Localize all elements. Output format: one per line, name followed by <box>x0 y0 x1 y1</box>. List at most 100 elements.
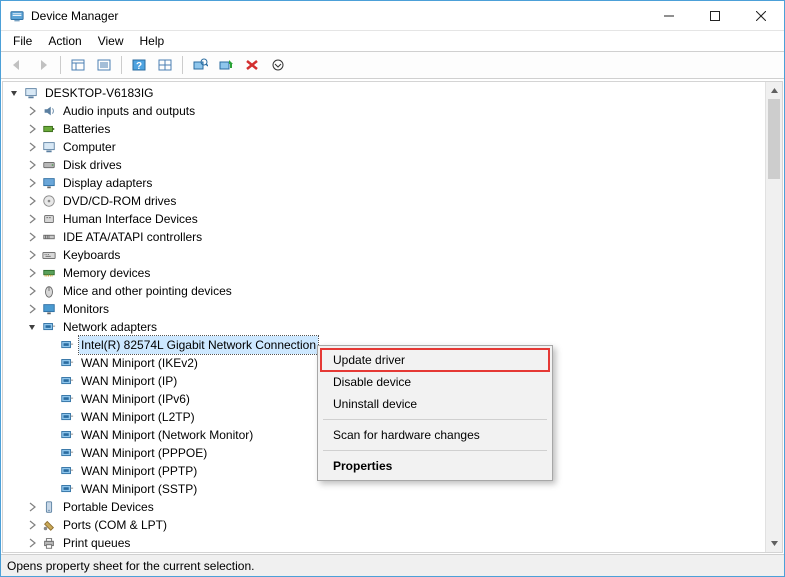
uninstall-button[interactable] <box>240 54 264 76</box>
view-menu-button[interactable] <box>266 54 290 76</box>
toolbar: ? <box>1 51 784 79</box>
tree-device-label: WAN Miniport (PPTP) <box>79 462 199 480</box>
ctx-properties[interactable]: Properties <box>321 455 549 477</box>
menu-help[interactable]: Help <box>134 32 171 50</box>
network-icon <box>41 319 57 335</box>
tree-category-label: DVD/CD-ROM drives <box>61 192 178 210</box>
ctx-separator <box>323 450 547 451</box>
tree-category[interactable]: Ports (COM & LPT) <box>21 516 782 534</box>
tree-category[interactable]: DVD/CD-ROM drives <box>21 192 782 210</box>
network-adapter-icon <box>59 445 75 461</box>
tree-device[interactable]: WAN Miniport (SSTP) <box>39 480 782 498</box>
chevron-right-icon[interactable] <box>25 284 39 298</box>
tree-category-label: IDE ATA/ATAPI controllers <box>61 228 204 246</box>
chevron-right-icon[interactable] <box>25 158 39 172</box>
chevron-right-icon[interactable] <box>25 194 39 208</box>
menubar: File Action View Help <box>1 31 784 51</box>
tree-device-label: Intel(R) 82574L Gigabit Network Connecti… <box>79 336 318 354</box>
scan-hardware-button[interactable] <box>188 54 212 76</box>
chevron-right-icon[interactable] <box>25 302 39 316</box>
scroll-down-button[interactable] <box>766 535 782 552</box>
menu-action[interactable]: Action <box>42 32 87 50</box>
tree-category-label: Batteries <box>61 120 112 138</box>
app-icon <box>9 8 25 24</box>
update-driver-button[interactable] <box>214 54 238 76</box>
ctx-uninstall-device[interactable]: Uninstall device <box>321 393 549 415</box>
memory-icon <box>41 265 57 281</box>
tree-category[interactable]: Audio inputs and outputs <box>21 102 782 120</box>
tree-device-label: WAN Miniport (IP) <box>79 372 179 390</box>
tree-category[interactable]: Keyboards <box>21 246 782 264</box>
scroll-up-button[interactable] <box>766 82 782 99</box>
tree-root-label: DESKTOP-V6183IG <box>43 84 156 102</box>
ctx-disable-device[interactable]: Disable device <box>321 371 549 393</box>
tree-category-label: Portable Devices <box>61 498 156 516</box>
chevron-right-icon[interactable] <box>25 230 39 244</box>
show-hidden-button[interactable] <box>66 54 90 76</box>
chevron-right-icon[interactable] <box>25 122 39 136</box>
ctx-scan-hardware[interactable]: Scan for hardware changes <box>321 424 549 446</box>
battery-icon <box>41 121 57 137</box>
status-text: Opens property sheet for the current sel… <box>7 559 254 573</box>
network-adapter-icon <box>59 409 75 425</box>
tree-category[interactable]: IDE ATA/ATAPI controllers <box>21 228 782 246</box>
tree-category[interactable]: Human Interface Devices <box>21 210 782 228</box>
close-button[interactable] <box>738 1 784 30</box>
tree-category[interactable]: Memory devices <box>21 264 782 282</box>
window-title: Device Manager <box>31 9 118 23</box>
scroll-thumb[interactable] <box>768 99 780 179</box>
network-adapter-icon <box>59 427 75 443</box>
network-adapter-icon <box>59 391 75 407</box>
scroll-track[interactable] <box>766 99 782 535</box>
chevron-right-icon[interactable] <box>25 536 39 550</box>
forward-button[interactable] <box>31 54 55 76</box>
computer-icon <box>23 85 39 101</box>
chevron-down-icon[interactable] <box>25 320 39 334</box>
chevron-right-icon[interactable] <box>25 518 39 532</box>
disk-icon <box>41 157 57 173</box>
tree-category[interactable]: Portable Devices <box>21 498 782 516</box>
vertical-scrollbar[interactable] <box>765 82 782 552</box>
menu-file[interactable]: File <box>7 32 38 50</box>
tree-category-label: Display adapters <box>61 174 154 192</box>
tree-device-label: WAN Miniport (Network Monitor) <box>79 426 255 444</box>
chevron-right-icon[interactable] <box>25 248 39 262</box>
toolbar-separator <box>60 56 61 74</box>
tree-category[interactable]: Batteries <box>21 120 782 138</box>
computer-icon <box>41 139 57 155</box>
grid-view-button[interactable] <box>153 54 177 76</box>
chevron-right-icon[interactable] <box>25 104 39 118</box>
help-button[interactable]: ? <box>127 54 151 76</box>
minimize-button[interactable] <box>646 1 692 30</box>
ctx-update-driver[interactable]: Update driver <box>321 349 549 371</box>
menu-view[interactable]: View <box>92 32 130 50</box>
tree-category[interactable]: Monitors <box>21 300 782 318</box>
tree-category-label: Print queues <box>61 534 132 552</box>
titlebar: Device Manager <box>1 1 784 31</box>
device-tree[interactable]: DESKTOP-V6183IG Audio inputs and outputs… <box>3 82 782 553</box>
back-button[interactable] <box>5 54 29 76</box>
network-adapter-icon <box>59 463 75 479</box>
tree-device-label: WAN Miniport (L2TP) <box>79 408 197 426</box>
chevron-right-icon[interactable] <box>25 176 39 190</box>
dvd-icon <box>41 193 57 209</box>
tree-root[interactable]: DESKTOP-V6183IG <box>3 84 782 102</box>
tree-category[interactable]: Computer <box>21 138 782 156</box>
chevron-right-icon[interactable] <box>25 212 39 226</box>
chevron-right-icon[interactable] <box>25 266 39 280</box>
maximize-button[interactable] <box>692 1 738 30</box>
toolbar-separator <box>121 56 122 74</box>
content-area: DESKTOP-V6183IG Audio inputs and outputs… <box>1 79 784 554</box>
hid-icon <box>41 211 57 227</box>
chevron-down-icon[interactable] <box>7 86 21 100</box>
tree-device-label: WAN Miniport (SSTP) <box>79 480 199 498</box>
tree-category[interactable]: Network adapters <box>21 318 782 336</box>
tree-category[interactable]: Print queues <box>21 534 782 552</box>
tree-category[interactable]: Mice and other pointing devices <box>21 282 782 300</box>
chevron-right-icon[interactable] <box>25 140 39 154</box>
chevron-right-icon[interactable] <box>25 500 39 514</box>
tree-category-label: Audio inputs and outputs <box>61 102 197 120</box>
properties-button[interactable] <box>92 54 116 76</box>
tree-category[interactable]: Display adapters <box>21 174 782 192</box>
tree-category[interactable]: Disk drives <box>21 156 782 174</box>
